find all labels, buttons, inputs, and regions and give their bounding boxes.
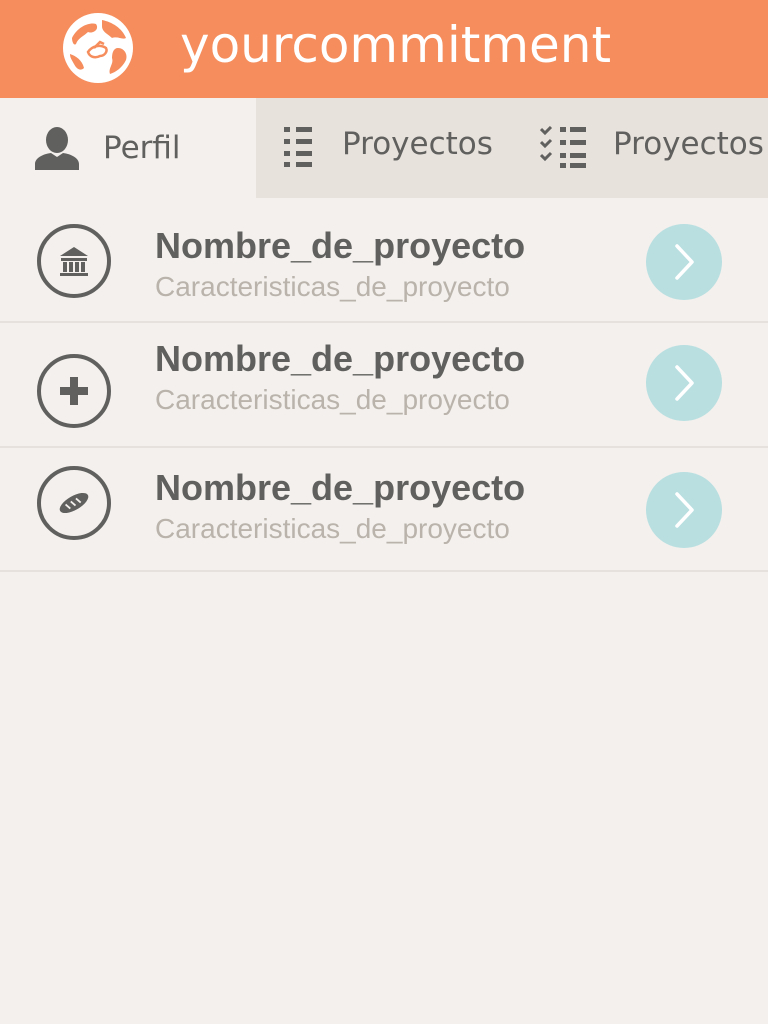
tab-bar: Perfil Proyectos Proyectos (0, 98, 768, 198)
chevron-right-icon (675, 365, 694, 401)
chevron-right-icon (675, 244, 694, 280)
app-title: yourcommitment (180, 16, 612, 74)
project-details: Caracteristicas_de_proyecto (155, 513, 510, 544)
tab-perfil-label: Perfil (103, 130, 181, 166)
bread-icon (37, 466, 111, 540)
tab-proyectos-checklist[interactable]: Proyectos (512, 98, 768, 198)
user-icon (35, 127, 79, 170)
open-project-button[interactable] (646, 224, 722, 300)
project-list-item[interactable]: Nombre_de_proyecto Caracteristicas_de_pr… (0, 448, 768, 572)
project-name: Nombre_de_proyecto (155, 225, 526, 266)
plus-icon (37, 354, 111, 428)
project-name: Nombre_de_proyecto (155, 338, 526, 379)
project-list-item[interactable]: Nombre_de_proyecto Caracteristicas_de_pr… (0, 198, 768, 323)
tab-proyectos[interactable]: Proyectos (256, 98, 512, 198)
project-list: Nombre_de_proyecto Caracteristicas_de_pr… (0, 198, 768, 572)
project-name: Nombre_de_proyecto (155, 467, 526, 508)
open-project-button[interactable] (646, 472, 722, 548)
tab-proyectos-checklist-label: Proyectos (613, 126, 764, 162)
app-header: yourcommitment (0, 0, 768, 98)
chevron-right-icon (675, 492, 694, 528)
project-list-item[interactable]: Nombre_de_proyecto Caracteristicas_de_pr… (0, 323, 768, 448)
tab-perfil[interactable]: Perfil (0, 98, 256, 198)
checklist-icon (540, 126, 586, 168)
open-project-button[interactable] (646, 345, 722, 421)
project-details: Caracteristicas_de_proyecto (155, 271, 510, 302)
list-icon (284, 127, 312, 167)
project-details: Caracteristicas_de_proyecto (155, 384, 510, 415)
bank-icon (37, 224, 111, 298)
globe-handshake-logo-icon (63, 13, 133, 83)
tab-proyectos-label: Proyectos (342, 126, 493, 162)
